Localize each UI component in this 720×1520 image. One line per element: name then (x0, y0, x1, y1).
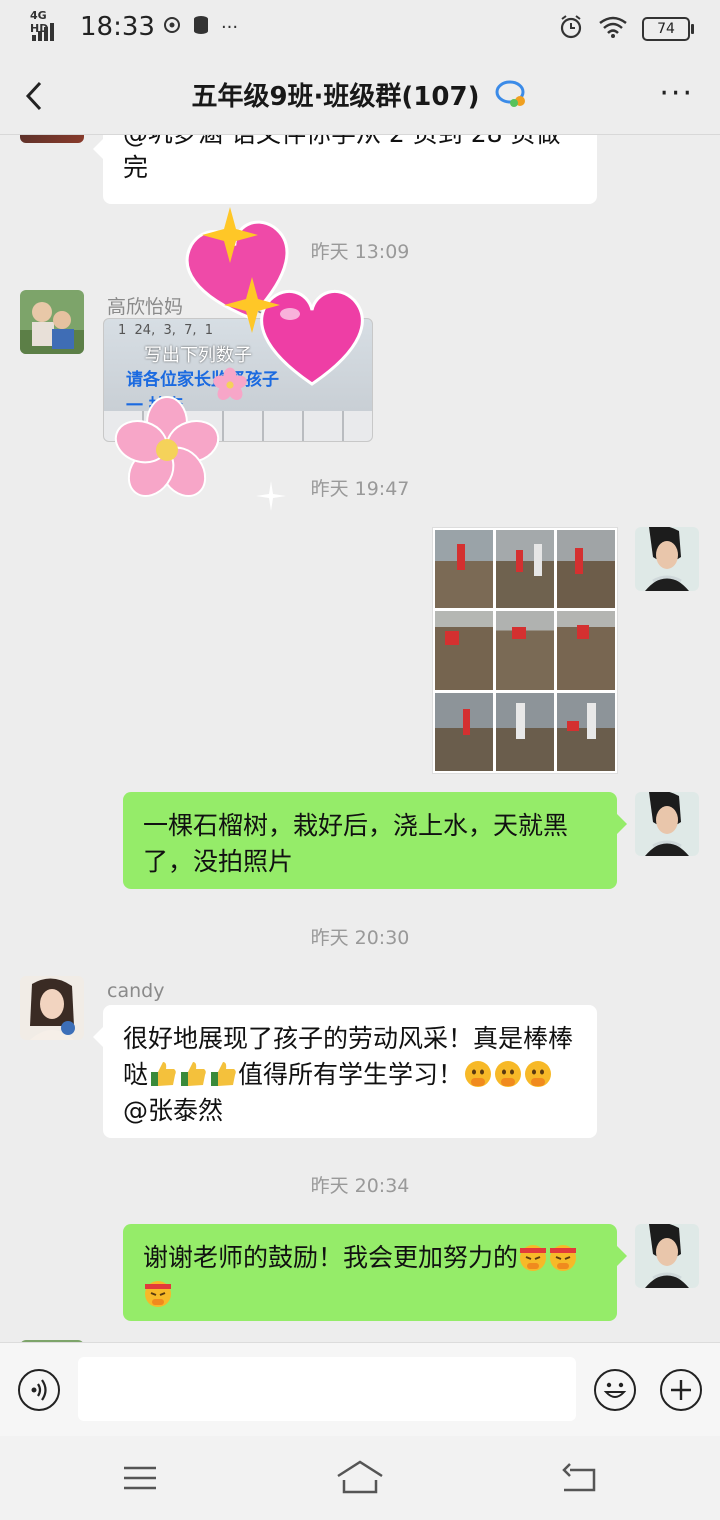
message-text-mid: 值得所有学生学习！ (238, 1060, 464, 1089)
image-line: 写出下列数子 (144, 345, 252, 366)
message-input[interactable] (78, 1357, 576, 1421)
flower-sticker-small (212, 367, 248, 407)
timestamp: 昨天 19:47 (310, 478, 410, 500)
star-sticker (222, 275, 282, 339)
menu-button[interactable] (120, 1462, 160, 1498)
emoji-icon (603, 1382, 627, 1398)
input-bar (0, 1342, 720, 1437)
self-avatar[interactable] (635, 792, 699, 856)
collage-photo (496, 611, 554, 690)
avatar[interactable] (20, 135, 84, 143)
system-nav-bar (0, 1436, 720, 1520)
photo-collage[interactable] (432, 527, 618, 774)
mention-text[interactable]: @张泰然 (123, 1096, 223, 1125)
timestamp: 昨天 13:09 (310, 241, 410, 263)
collage-photo (557, 692, 615, 771)
message-text: @巩梦涵 语文伴你学从 2 页到 28 页做完 (123, 135, 560, 182)
add-button[interactable] (660, 1369, 702, 1411)
message-text: 一棵石榴树，栽好后，浇上水，天就黑了，没拍照片 (143, 811, 569, 876)
emoji-button[interactable] (594, 1369, 636, 1411)
shh-emoji (463, 1060, 553, 1089)
voice-button[interactable] (18, 1369, 60, 1411)
more-button[interactable]: ··· (659, 76, 694, 111)
plus-icon (671, 1380, 691, 1400)
collage-photo (496, 692, 554, 771)
self-avatar[interactable] (635, 527, 699, 591)
status-bar: 4G HD 18:33 ··· 74 (0, 0, 720, 58)
avatar[interactable] (20, 290, 84, 354)
menu-icon (124, 1466, 156, 1490)
alarm-icon (558, 14, 584, 44)
database-icon (191, 14, 213, 41)
timestamp: 昨天 20:34 (310, 1175, 410, 1197)
chat-title: 五年级9班·班级群(107) (191, 82, 480, 112)
collage-photo (557, 530, 615, 609)
message-text: 谢谢老师的鼓励！我会更加努力的 (143, 1243, 519, 1272)
chat-title-wrap[interactable]: 五年级9班·班级群(107) (0, 76, 720, 116)
sender-name-text: 高欣怡妈 (107, 296, 184, 318)
collage-photo (557, 611, 615, 690)
timestamp: 昨天 20:30 (310, 927, 410, 949)
wifi-icon (598, 15, 628, 43)
message-bubble[interactable]: 谢谢老师的鼓励！我会更加努力的 (123, 1224, 627, 1321)
message-bubble[interactable]: 一棵石榴树，栽好后，浇上水，天就黑了，没拍照片 (123, 792, 627, 889)
thumbs-up-emoji (148, 1060, 238, 1089)
clock: 18:33 (80, 12, 155, 42)
star-sticker (200, 205, 260, 269)
chat-header: 五年级9班·班级群(107) ··· (0, 58, 720, 135)
signal-icon: 4G HD (30, 9, 66, 41)
back-nav-button[interactable] (558, 1460, 600, 1500)
home-icon (337, 1460, 383, 1494)
notification-icon (163, 15, 183, 40)
group-icon (495, 79, 529, 116)
avatar[interactable] (20, 976, 84, 1040)
voice-icon (31, 1379, 47, 1401)
collage-photo (496, 530, 554, 609)
back-icon (562, 1463, 596, 1492)
message-bubble[interactable]: 很好地展现了孩子的劳动风采！真是棒棒哒 值得所有学生学习！@张泰然 (93, 1005, 597, 1138)
collage-photo (435, 611, 493, 690)
collage-photo (435, 692, 493, 771)
sender-name: candy (107, 980, 165, 1002)
more-status-icon: ··· (220, 16, 239, 38)
message-bubble[interactable]: @巩梦涵 语文伴你学从 2 页到 28 页做完 (93, 135, 597, 204)
battery-indicator: 74 (642, 17, 694, 41)
collage-photo (435, 530, 493, 609)
self-avatar[interactable] (635, 1224, 699, 1288)
message-list[interactable]: @巩梦涵 语文伴你学从 2 页到 28 页做完 昨天 13:09 高欣怡妈000… (0, 135, 720, 1342)
home-button[interactable] (334, 1458, 386, 1502)
